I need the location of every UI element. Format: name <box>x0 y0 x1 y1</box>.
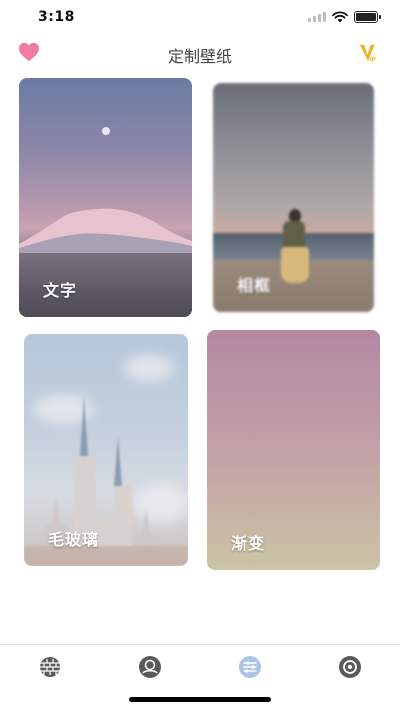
card-label: 毛玻璃 <box>48 530 100 549</box>
svg-text:IP: IP <box>370 56 377 63</box>
status-icons <box>308 11 381 23</box>
settings-ring-icon <box>339 656 361 678</box>
wallpaper-card-frosted-glass[interactable]: 毛玻璃 <box>24 334 188 566</box>
mountain-illustration <box>19 208 192 256</box>
card-label: 渐变 <box>231 534 266 553</box>
status-bar: 3:18 <box>0 0 400 36</box>
signal-icon <box>308 12 326 22</box>
brick-wall-icon <box>40 657 60 677</box>
battery-icon <box>354 11 381 23</box>
sliders-icon <box>239 656 261 678</box>
header: 定制壁纸 IP <box>0 36 400 70</box>
vip-icon[interactable]: IP <box>358 42 380 64</box>
avatar-icon <box>139 656 161 678</box>
page-title: 定制壁纸 <box>167 47 232 66</box>
card-label: 文字 <box>43 281 78 300</box>
tab-avatar[interactable] <box>136 653 164 681</box>
tab-settings[interactable] <box>336 653 364 681</box>
card-label: 相框 <box>237 276 272 295</box>
home-indicator <box>129 697 271 702</box>
wallpaper-card-frame[interactable]: 相框 <box>213 83 374 312</box>
tab-customize[interactable] <box>236 653 264 681</box>
status-time: 3:18 <box>38 9 75 25</box>
moon-decoration <box>102 127 110 135</box>
tab-wallpaper[interactable] <box>36 653 64 681</box>
wallpaper-card-gradient[interactable]: 渐变 <box>207 330 380 570</box>
wifi-icon <box>332 11 348 23</box>
wallpaper-card-text[interactable]: 文字 <box>19 78 192 317</box>
